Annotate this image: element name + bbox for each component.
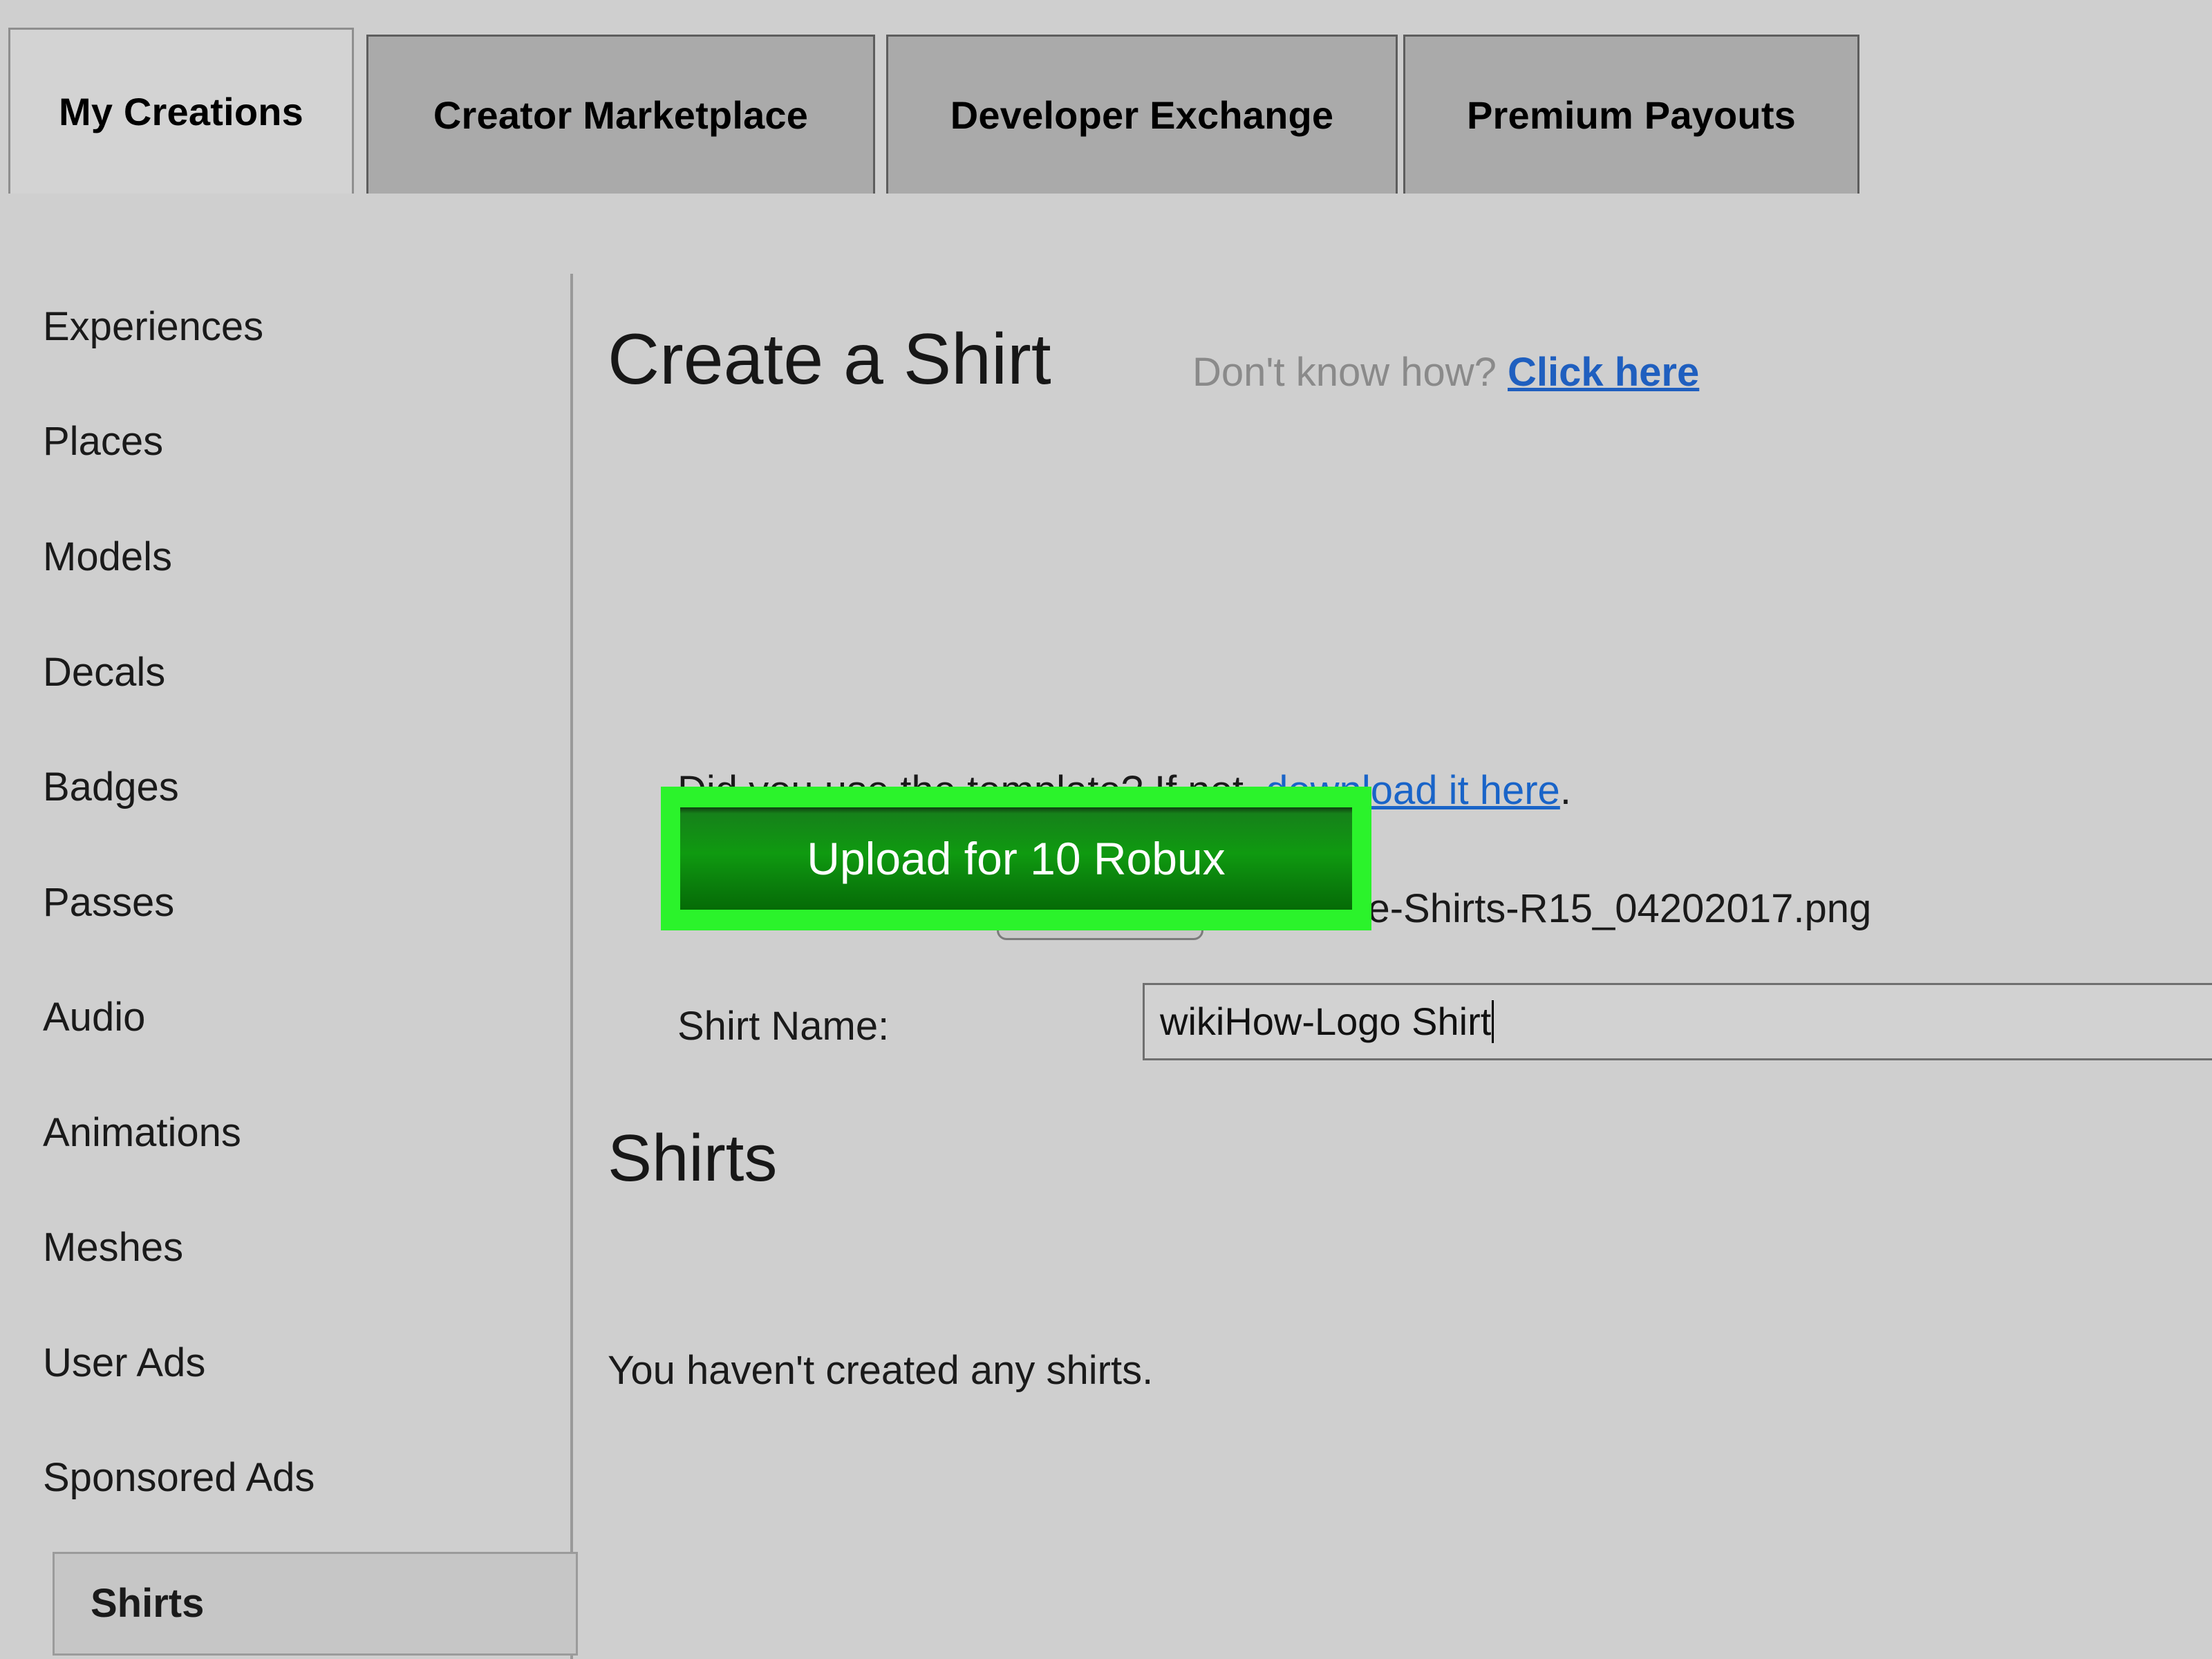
- roblox-create-shirt-page: My Creations Creator Marketplace Developer…: [0, 0, 2212, 1659]
- upload-for-robux-button[interactable]: Upload for 10 Robux: [680, 807, 1352, 910]
- help-hint-text: Don't know how?: [1192, 350, 1508, 395]
- help-hint: Don't know how? Click here: [1192, 353, 1699, 393]
- tab-bar: My Creations Creator Marketplace Developer…: [0, 0, 2212, 194]
- tab-premium-payouts[interactable]: Premium Payouts: [1403, 35, 1859, 194]
- shirt-name-label: Shirt Name:: [677, 1004, 890, 1049]
- tab-developer-exchange[interactable]: Developer Exchange: [886, 35, 1398, 194]
- sidebar-item-shirts[interactable]: Shirts: [53, 1552, 578, 1656]
- sidebar: Experiences Places Models Decals Badges Passe…: [0, 276, 578, 1659]
- sidebar-item-models[interactable]: Models: [43, 537, 172, 577]
- sidebar-item-badges[interactable]: Badges: [43, 767, 179, 807]
- sidebar-item-places[interactable]: Places: [43, 422, 163, 462]
- page-title: Create a Shirt: [608, 319, 1051, 400]
- sidebar-item-passes[interactable]: Passes: [43, 883, 174, 923]
- template-question-suffix: .: [1559, 768, 1571, 813]
- sidebar-item-meshes[interactable]: Meshes: [43, 1228, 183, 1268]
- tab-creator-marketplace[interactable]: Creator Marketplace: [366, 35, 875, 194]
- sidebar-item-audio[interactable]: Audio: [43, 997, 145, 1038]
- sidebar-item-sponsored-ads[interactable]: Sponsored Ads: [43, 1458, 315, 1498]
- tab-my-creations[interactable]: My Creations: [8, 28, 354, 194]
- sidebar-item-experiences[interactable]: Experiences: [43, 307, 263, 347]
- shirt-name-value: wikiHow-Logo Shirt: [1160, 1000, 1492, 1043]
- shirts-section-title: Shirts: [608, 1121, 778, 1195]
- text-caret: [1492, 1000, 1494, 1043]
- click-here-link[interactable]: Click here: [1508, 350, 1699, 395]
- sidebar-item-animations[interactable]: Animations: [43, 1113, 241, 1153]
- sidebar-item-decals[interactable]: Decals: [43, 653, 165, 693]
- main-content: Create a Shirt Don't know how? Click her…: [570, 276, 2212, 1659]
- shirt-name-row: Shirt Name: wikiHow-Logo Shirt: [677, 983, 2212, 1060]
- sidebar-item-user-ads[interactable]: User Ads: [43, 1343, 205, 1383]
- shirt-name-input[interactable]: wikiHow-Logo Shirt: [1143, 983, 2212, 1060]
- shirts-empty-state-text: You haven't created any shirts.: [608, 1348, 1154, 1393]
- upload-button-highlight: Upload for 10 Robux: [661, 787, 1371, 930]
